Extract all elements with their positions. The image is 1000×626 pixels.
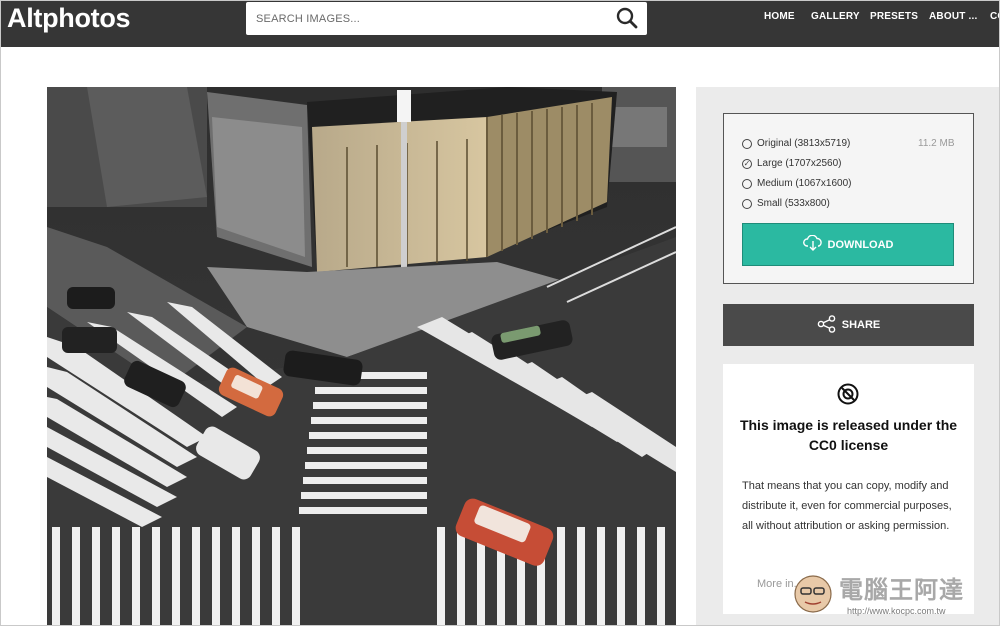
size-option-original[interactable]: Original (3813x5719) <box>742 138 850 149</box>
size-option-small[interactable]: Small (533x800) <box>742 198 830 209</box>
size-option-medium[interactable]: Medium (1067x1600) <box>742 178 852 189</box>
cloud-download-icon <box>802 234 823 254</box>
search-icon[interactable] <box>615 6 639 30</box>
size-option-label: Large (1707x2560) <box>757 158 842 169</box>
public-domain-icon <box>837 383 859 405</box>
street-crossing-image <box>47 87 676 625</box>
size-option-label: Small (533x800) <box>757 198 830 209</box>
radio-unchecked-icon[interactable] <box>742 178 752 189</box>
size-option-label: Original (3813x5719) <box>757 138 851 149</box>
watermark: 電腦王阿達 http://www.kocpc.com.tw <box>791 564 996 622</box>
share-button[interactable]: SHARE <box>723 304 974 346</box>
file-size-note: 11.2 MB <box>918 138 955 149</box>
nav-contact[interactable]: CO <box>990 11 999 22</box>
site-logo[interactable]: Altphotos <box>7 3 131 34</box>
search-box <box>246 2 647 35</box>
license-title: This image is released under the CC0 lic… <box>739 417 958 453</box>
top-navigation-bar: Altphotos HOME GALLERY PRESETS ABOUT ...… <box>1 1 999 47</box>
radio-unchecked-icon[interactable] <box>742 138 752 149</box>
size-option-large[interactable]: ✓ Large (1707x2560) <box>742 158 842 169</box>
license-description: That means that you can copy, modify and… <box>742 480 952 532</box>
download-button[interactable]: DOWNLOAD <box>742 223 954 266</box>
radio-checked-icon[interactable]: ✓ <box>742 158 752 169</box>
watermark-text: 電腦王阿達 <box>839 576 964 604</box>
nav-about[interactable]: ABOUT ... <box>929 11 977 22</box>
share-icon <box>817 314 837 336</box>
share-button-label: SHARE <box>841 319 881 331</box>
main-photo[interactable] <box>47 87 676 625</box>
page: Altphotos HOME GALLERY PRESETS ABOUT ...… <box>0 0 1000 626</box>
download-button-label: DOWNLOAD <box>827 238 894 251</box>
nav-presets[interactable]: PRESETS <box>870 11 918 22</box>
search-input[interactable] <box>246 2 606 35</box>
radio-unchecked-icon[interactable] <box>742 198 752 209</box>
nav-gallery[interactable]: GALLERY <box>811 11 860 22</box>
watermark-url: http://www.kocpc.com.tw <box>847 606 946 616</box>
size-option-label: Medium (1067x1600) <box>757 178 852 189</box>
nav-home[interactable]: HOME <box>764 11 795 22</box>
